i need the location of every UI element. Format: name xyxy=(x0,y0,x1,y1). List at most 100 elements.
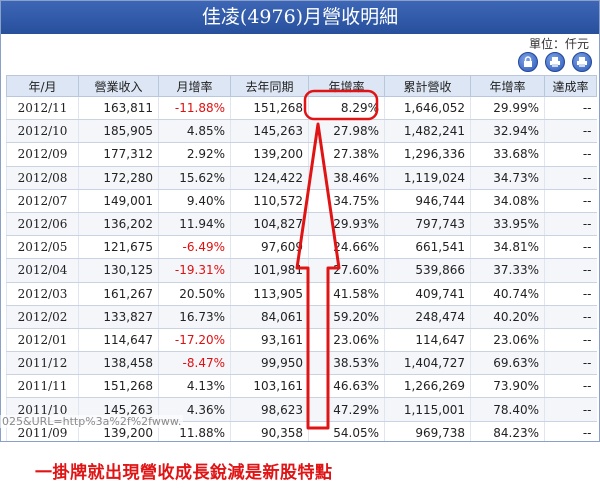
cell-month: 2012/03 xyxy=(6,282,79,306)
cell-cumulative: 946,744 xyxy=(384,189,471,213)
cell-prev-year: 103,161 xyxy=(230,374,309,399)
cell-cum-yoy: 33.68% xyxy=(470,142,545,167)
table-row: 2012/07 149,001 9.40% 110,572 34.75% 946,744 3… xyxy=(6,189,597,213)
cell-yoy: 41.58% xyxy=(308,282,385,306)
cell-cumulative: 661,541 xyxy=(384,235,471,260)
cell-achieve: -- xyxy=(544,166,597,190)
cell-achieve: -- xyxy=(544,235,597,260)
table-row: 2012/05 121,675 -6.49% 97,609 24.66% 661,541 3… xyxy=(6,235,597,260)
cell-achieve: -- xyxy=(544,258,597,283)
table-row: 2012/03 161,267 20.50% 113,905 41.58% 409,741… xyxy=(6,282,597,306)
cell-prev-year: 139,200 xyxy=(230,142,309,167)
cell-yoy: 24.66% xyxy=(308,235,385,260)
cell-cumulative: 1,404,727 xyxy=(384,351,471,376)
cell-cum-yoy: 34.73% xyxy=(470,166,545,190)
cell-prev-year: 104,827 xyxy=(230,212,309,237)
printer-icon[interactable] xyxy=(572,52,592,72)
cell-revenue: 130,125 xyxy=(78,258,159,283)
revenue-panel: 佳凌(4976)月營收明細 單位：仟元 年/月 營業收入 月增率 去年同期 年增… xyxy=(0,0,600,442)
table-row: 2012/04 130,125 -19.31% 101,981 27.60% 539,86… xyxy=(6,258,597,283)
cell-cum-yoy: 37.33% xyxy=(470,258,545,283)
col-header-revenue[interactable]: 營業收入 xyxy=(78,75,159,97)
cell-revenue: 163,811 xyxy=(78,96,159,121)
cell-cumulative: 1,119,024 xyxy=(384,166,471,190)
cell-cum-yoy: 34.08% xyxy=(470,189,545,213)
cell-revenue: 121,675 xyxy=(78,235,159,260)
cell-prev-year: 101,981 xyxy=(230,258,309,283)
cell-achieve: -- xyxy=(544,119,597,144)
cell-cumulative: 409,741 xyxy=(384,282,471,306)
cell-revenue: 114,647 xyxy=(78,328,159,353)
cell-mom: -11.88% xyxy=(158,96,231,121)
table-header-row: 年/月 營業收入 月增率 去年同期 年增率 累計營收 年增率 達成率 xyxy=(6,75,597,97)
col-header-mom[interactable]: 月增率 xyxy=(158,75,231,97)
cell-prev-year: 151,268 xyxy=(230,96,309,121)
cell-cumulative: 1,115,001 xyxy=(384,397,471,422)
cell-mom: -8.47% xyxy=(158,351,231,376)
cell-cumulative: 1,482,241 xyxy=(384,119,471,144)
table-row: 2012/06 136,202 11.94% 104,827 29.93% 797,743… xyxy=(6,212,597,237)
cell-cumulative: 1,646,052 xyxy=(384,96,471,121)
cell-cumulative: 114,647 xyxy=(384,328,471,353)
col-header-prev-year[interactable]: 去年同期 xyxy=(230,75,309,97)
cell-mom: -17.20% xyxy=(158,328,231,353)
cell-cumulative: 969,738 xyxy=(384,421,471,441)
cell-prev-year: 110,572 xyxy=(230,189,309,213)
cell-achieve: -- xyxy=(544,282,597,306)
cell-month: 2012/04 xyxy=(6,258,79,283)
cell-prev-year: 113,905 xyxy=(230,282,309,306)
cell-achieve: -- xyxy=(544,305,597,329)
cell-revenue: 138,458 xyxy=(78,351,159,376)
cell-month: 2012/07 xyxy=(6,189,79,213)
cell-cum-yoy: 33.95% xyxy=(470,212,545,237)
cell-yoy: 38.46% xyxy=(308,166,385,190)
print-icon[interactable] xyxy=(545,52,565,72)
cell-achieve: -- xyxy=(544,374,597,399)
cell-achieve: -- xyxy=(544,351,597,376)
cell-yoy: 54.05% xyxy=(308,421,385,441)
table-row: 2011/12 138,458 -8.47% 99,950 38.53% 1,404,72… xyxy=(6,351,597,376)
col-header-month[interactable]: 年/月 xyxy=(6,75,79,97)
status-url: 025&URL=http%3a%2f%2fwww. xyxy=(0,415,184,428)
cell-mom: -19.31% xyxy=(158,258,231,283)
annotation-caption: 一掛牌就出現營收成長銳減是新股特點 xyxy=(35,463,333,483)
cell-yoy: 27.38% xyxy=(308,142,385,167)
cell-revenue: 136,202 xyxy=(78,212,159,237)
col-header-cumulative[interactable]: 累計營收 xyxy=(384,75,471,97)
unit-label: 單位：仟元 xyxy=(528,37,589,51)
cell-achieve: -- xyxy=(544,142,597,167)
cell-achieve: -- xyxy=(544,96,597,121)
cell-mom: 9.40% xyxy=(158,189,231,213)
table-row: 2012/08 172,280 15.62% 124,422 38.46% 1,119,0… xyxy=(6,166,597,190)
page-title: 佳凌(4976)月營收明細 xyxy=(1,1,599,34)
cell-yoy: 34.75% xyxy=(308,189,385,213)
col-header-yoy[interactable]: 年增率 xyxy=(308,75,385,97)
table-row: 2012/09 177,312 2.92% 139,200 27.38% 1,296,33… xyxy=(6,142,597,167)
table-row: 2011/11 151,268 4.13% 103,161 46.63% 1,266,26… xyxy=(6,374,597,399)
cell-month: 2012/09 xyxy=(6,142,79,167)
cell-achieve: -- xyxy=(544,397,597,422)
cell-prev-year: 124,422 xyxy=(230,166,309,190)
cell-mom: 20.50% xyxy=(158,282,231,306)
cell-revenue: 185,905 xyxy=(78,119,159,144)
cell-cum-yoy: 73.90% xyxy=(470,374,545,399)
col-header-achieve[interactable]: 達成率 xyxy=(544,75,597,97)
cell-cumulative: 248,474 xyxy=(384,305,471,329)
cell-cum-yoy: 23.06% xyxy=(470,328,545,353)
cell-yoy: 27.98% xyxy=(308,119,385,144)
cell-mom: 16.73% xyxy=(158,305,231,329)
cell-achieve: -- xyxy=(544,189,597,213)
cell-revenue: 133,827 xyxy=(78,305,159,329)
cell-cumulative: 1,296,336 xyxy=(384,142,471,167)
cell-cum-yoy: 69.63% xyxy=(470,351,545,376)
cell-month: 2012/08 xyxy=(6,166,79,190)
cell-revenue: 177,312 xyxy=(78,142,159,167)
col-header-cum-yoy[interactable]: 年增率 xyxy=(470,75,545,97)
cell-mom: 4.85% xyxy=(158,119,231,144)
cell-month: 2012/01 xyxy=(6,328,79,353)
lock-icon[interactable] xyxy=(518,52,538,72)
cell-revenue: 161,267 xyxy=(78,282,159,306)
cell-prev-year: 93,161 xyxy=(230,328,309,353)
cell-prev-year: 90,358 xyxy=(230,421,309,441)
cell-month: 2012/10 xyxy=(6,119,79,144)
